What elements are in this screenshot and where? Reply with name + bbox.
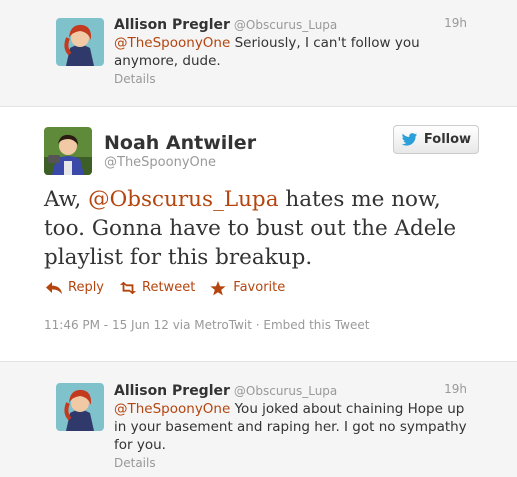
author-handle[interactable]: @TheSpoonyOne [104,155,216,170]
mention-link[interactable]: @Obscurus_Lupa [88,187,278,212]
timestamp-link[interactable]: 11:46 PM - 15 Jun 12 [44,318,169,332]
author-name[interactable]: Allison Pregler [114,383,230,399]
reply-header: Allison Pregler @Obscurus_Lupa 19h [114,14,467,34]
retweet-icon [119,281,137,295]
tweet-actions: Reply Retweet Favorite [45,280,285,295]
tweet-meta: 11:46 PM - 15 Jun 12 via MetroTwit · Emb… [44,318,369,332]
twitter-bird-icon [401,132,418,147]
tweet-time[interactable]: 19h [444,16,467,30]
retweet-button[interactable]: Retweet [119,280,195,295]
reply-content: Allison Pregler @Obscurus_Lupa 19h @TheSp… [114,14,467,86]
tweet-text: @TheSpoonyOne You joked about chaining H… [114,400,467,454]
avatar[interactable] [56,383,104,431]
author-name[interactable]: Allison Pregler [114,17,230,33]
reply-tweet-top: Allison Pregler @Obscurus_Lupa 19h @TheSp… [0,0,517,107]
favorite-label: Favorite [233,280,286,295]
mention-link[interactable]: @TheSpoonyOne [114,35,230,51]
favorite-button[interactable]: Favorite [210,280,285,295]
retweet-label: Retweet [142,280,196,295]
reply-content: Allison Pregler @Obscurus_Lupa 19h @TheSp… [114,380,467,470]
tweet-text: @TheSpoonyOne Seriously, I can't follow … [114,34,467,70]
mention-link[interactable]: @TheSpoonyOne [114,401,230,417]
via-text: via MetroTwit · [168,318,264,332]
reply-button[interactable]: Reply [45,280,104,295]
favorite-icon [210,280,228,295]
reply-header: Allison Pregler @Obscurus_Lupa 19h [114,380,467,400]
details-link[interactable]: Details [114,72,467,86]
avatar[interactable] [44,127,92,175]
reply-label: Reply [68,280,105,295]
avatar[interactable] [56,18,104,66]
author-handle[interactable]: @Obscurus_Lupa [234,384,337,398]
author-handle[interactable]: @Obscurus_Lupa [234,18,337,32]
embed-tweet-link[interactable]: Embed this Tweet [263,318,369,332]
tweet-text: Aw, @Obscurus_Lupa hates me now, too. Go… [44,185,484,272]
main-tweet: Noah Antwiler @TheSpoonyOne Follow Aw, @… [0,107,517,361]
tweet-body-start: Aw, [44,187,89,212]
reply-tweet-bottom: Allison Pregler @Obscurus_Lupa 19h @TheSp… [0,361,517,477]
author-name[interactable]: Noah Antwiler [104,132,256,154]
reply-icon [45,281,63,295]
follow-label: Follow [423,132,472,147]
details-link[interactable]: Details [114,456,467,470]
tweet-time[interactable]: 19h [444,382,467,396]
follow-button[interactable]: Follow [393,125,479,154]
